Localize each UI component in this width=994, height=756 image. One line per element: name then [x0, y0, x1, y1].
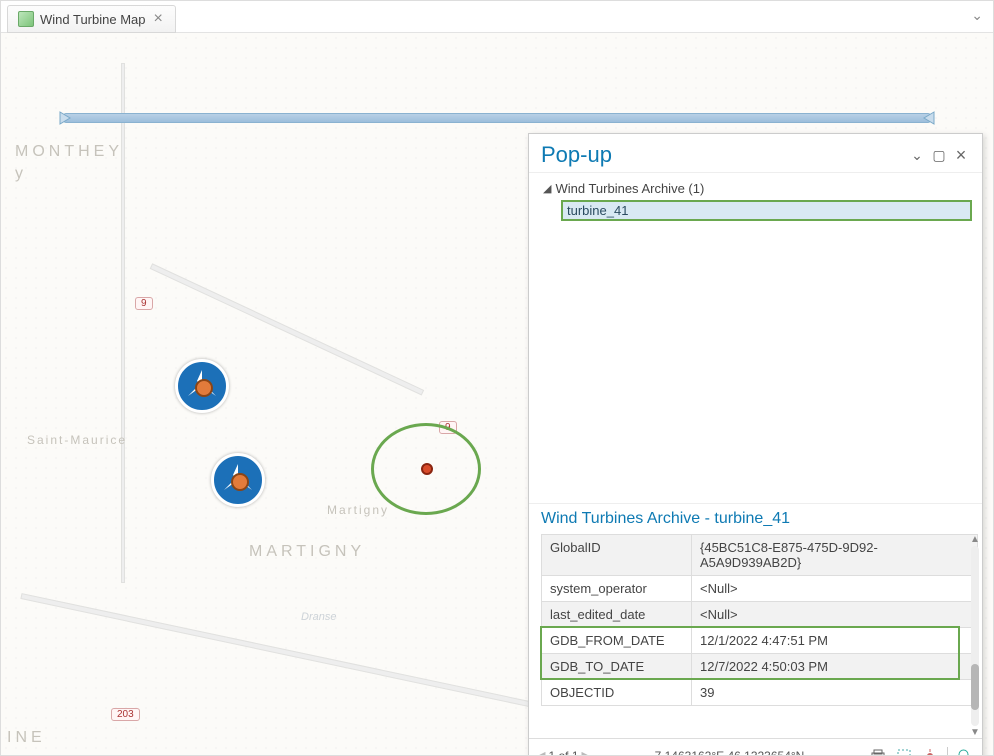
tree-collapse-icon[interactable]: ◢ — [543, 182, 551, 195]
popup-panel: Pop-up ⌄ ▢ × ◢ Wind Turbines Archive (1)… — [528, 133, 983, 755]
attribute-table: GlobalID{45BC51C8-E875-475D-9D92-A5A9D93… — [541, 534, 978, 706]
time-slider[interactable] — [63, 113, 931, 123]
map-icon — [18, 11, 34, 27]
tree-layer-row[interactable]: ◢ Wind Turbines Archive (1) — [543, 179, 972, 198]
pager-prev-icon[interactable]: ◀ — [537, 749, 545, 755]
road-line — [20, 593, 530, 707]
attr-key: GlobalID — [542, 535, 692, 576]
map-canvas[interactable]: 9 9 203 MONTHEY y Saint-Maurice Martigny… — [1, 33, 993, 755]
map-label-dranse: Dranse — [301, 611, 336, 623]
tab-overflow-chevron-icon[interactable]: ⌄ — [971, 7, 983, 24]
tree-feature-label: turbine_41 — [561, 200, 972, 221]
map-label-martigny: MARTIGNY — [249, 543, 365, 561]
popup-header: Pop-up ⌄ ▢ × — [529, 134, 982, 173]
attr-value: <Null> — [692, 576, 978, 602]
road-shield: 203 — [111, 708, 140, 721]
map-tab[interactable]: Wind Turbine Map × — [7, 5, 176, 33]
attribute-scrollbar[interactable]: ▲ ▼ — [968, 534, 982, 738]
popup-dock-icon[interactable]: ▢ — [928, 147, 950, 164]
road-shield: 9 — [135, 297, 153, 310]
map-label-y: y — [15, 165, 23, 183]
table-row: OBJECTID39 — [542, 680, 978, 706]
separator — [947, 747, 948, 756]
attr-key: system_operator — [542, 576, 692, 602]
feature-tree: ◢ Wind Turbines Archive (1) turbine_41 — [529, 173, 982, 503]
tab-title: Wind Turbine Map — [40, 12, 146, 27]
attr-key: OBJECTID — [542, 680, 692, 706]
pager-next-icon[interactable]: ▶ — [582, 749, 590, 755]
tree-feature-row[interactable]: turbine_41 — [561, 200, 972, 221]
map-label-saint-maurice: Saint-Maurice — [27, 433, 127, 447]
tab-strip: Wind Turbine Map × ⌄ — [1, 1, 993, 33]
attr-value: {45BC51C8-E875-475D-9D92-A5A9D939AB2D} — [692, 535, 978, 576]
close-tab-icon[interactable]: × — [152, 11, 165, 27]
scroll-down-icon[interactable]: ▼ — [968, 727, 982, 738]
popup-close-icon[interactable]: × — [950, 145, 972, 166]
map-label-martigny-small: Martigny — [327, 503, 389, 517]
date-highlight-box — [540, 626, 960, 680]
footer-tools — [869, 747, 974, 756]
table-row: system_operator<Null> — [542, 576, 978, 602]
map-label-monthey: MONTHEY — [15, 143, 123, 161]
attr-value: 39 — [692, 680, 978, 706]
table-row: last_edited_date<Null> — [542, 602, 978, 628]
popup-title: Pop-up — [541, 142, 906, 168]
pager-text: 1 of 1 — [548, 749, 578, 756]
scroll-thumb[interactable] — [971, 664, 979, 710]
detail-title: Wind Turbines Archive - turbine_41 — [529, 503, 982, 534]
time-slider-end-handle[interactable] — [918, 108, 938, 128]
scroll-up-icon[interactable]: ▲ — [968, 534, 982, 545]
popup-menu-chevron-icon[interactable]: ⌄ — [906, 147, 928, 164]
time-slider-start-handle[interactable] — [56, 108, 76, 128]
table-row: GlobalID{45BC51C8-E875-475D-9D92-A5A9D93… — [542, 535, 978, 576]
pager: ◀ 1 of 1 ▶ — [537, 749, 590, 756]
flash-icon[interactable] — [921, 747, 939, 756]
tree-layer-label: Wind Turbines Archive (1) — [555, 181, 704, 196]
map-label-ine: INE — [7, 729, 46, 747]
selected-point-marker[interactable] — [421, 463, 433, 475]
zoom-to-icon[interactable] — [956, 747, 974, 756]
attribute-pane: GlobalID{45BC51C8-E875-475D-9D92-A5A9D93… — [529, 534, 982, 738]
road-line — [121, 63, 125, 583]
turbine-marker[interactable] — [175, 359, 229, 413]
turbine-marker[interactable] — [211, 453, 265, 507]
attr-value: <Null> — [692, 602, 978, 628]
coordinate-readout: 7.1463162°E 46.1323654°N — [600, 749, 859, 756]
print-icon[interactable] — [869, 747, 887, 756]
select-icon[interactable] — [895, 747, 913, 756]
popup-footer: ◀ 1 of 1 ▶ 7.1463162°E 46.1323654°N — [529, 738, 982, 755]
attr-key: last_edited_date — [542, 602, 692, 628]
